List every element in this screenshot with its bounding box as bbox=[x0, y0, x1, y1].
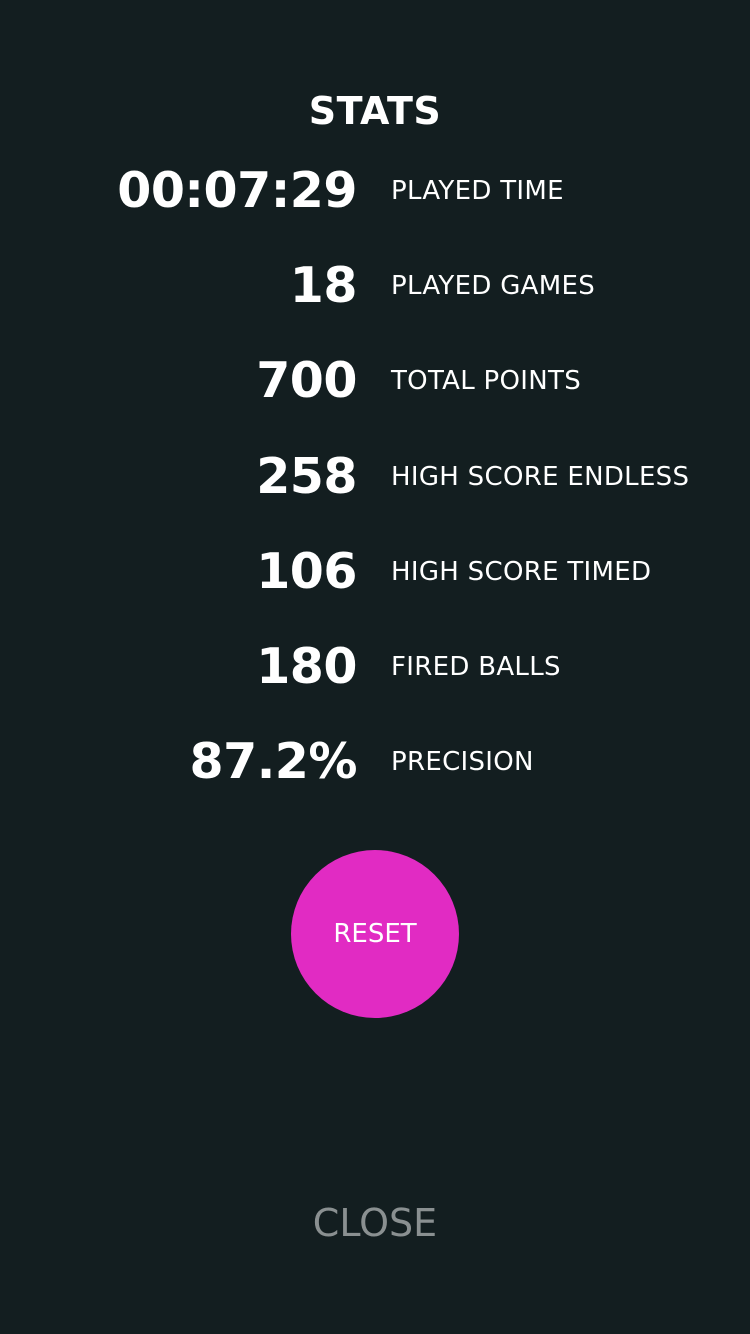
stat-row-fired-balls: 180 FIRED BALLS bbox=[0, 633, 750, 728]
stat-row-total-points: 700 TOTAL POINTS bbox=[0, 347, 750, 442]
stat-row-precision: 87.2% PRECISION bbox=[0, 728, 750, 823]
close-button[interactable]: CLOSE bbox=[0, 1196, 750, 1250]
stat-row-played-games: 18 PLAYED GAMES bbox=[0, 252, 750, 347]
stat-label-high-score-timed: HIGH SCORE TIMED bbox=[391, 556, 652, 587]
stat-value-fired-balls: 180 bbox=[256, 637, 357, 695]
stat-row-high-score-timed: 106 HIGH SCORE TIMED bbox=[0, 538, 750, 633]
stats-list: 00:07:29 PLAYED TIME 18 PLAYED GAMES 700… bbox=[0, 157, 750, 823]
stat-label-precision: PRECISION bbox=[391, 747, 534, 778]
stat-label-fired-balls: FIRED BALLS bbox=[391, 651, 561, 682]
stat-value-played-games: 18 bbox=[289, 257, 358, 315]
stats-screen: STATS 00:07:29 PLAYED TIME 18 PLAYED GAM… bbox=[0, 0, 750, 1334]
stat-label-played-games: PLAYED GAMES bbox=[391, 271, 596, 302]
stat-value-high-score-timed: 106 bbox=[256, 542, 357, 600]
stat-value-precision: 87.2% bbox=[189, 733, 358, 791]
stat-value-high-score-endless: 258 bbox=[256, 447, 357, 505]
stat-row-played-time: 00:07:29 PLAYED TIME bbox=[0, 157, 750, 252]
stat-label-total-points: TOTAL POINTS bbox=[391, 366, 581, 397]
page-title: STATS bbox=[308, 89, 442, 133]
reset-button[interactable]: RESET bbox=[291, 850, 459, 1018]
stat-value-played-time: 00:07:29 bbox=[117, 162, 357, 219]
stat-label-played-time: PLAYED TIME bbox=[391, 176, 564, 206]
stat-label-high-score-endless: HIGH SCORE ENDLESS bbox=[391, 461, 690, 492]
stat-row-high-score-endless: 258 HIGH SCORE ENDLESS bbox=[0, 443, 750, 538]
stat-value-total-points: 700 bbox=[256, 352, 357, 410]
